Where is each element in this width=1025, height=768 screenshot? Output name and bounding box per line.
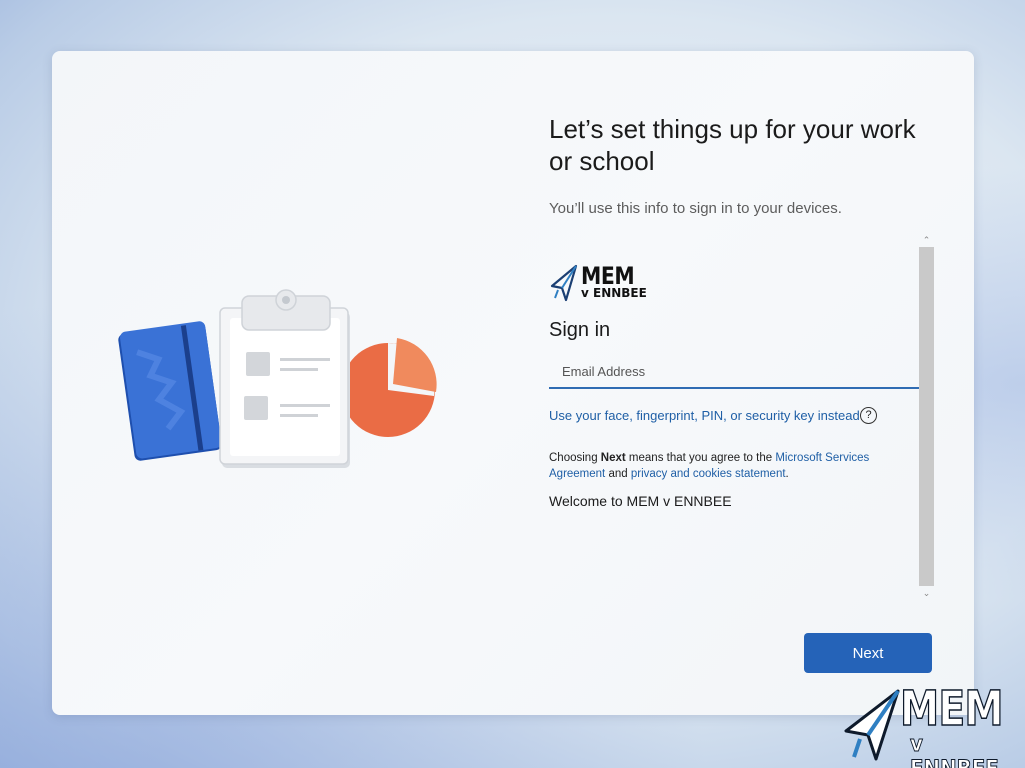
agreement-middle: means that you agree to the — [625, 452, 776, 464]
notebook-icon — [118, 321, 222, 461]
watermark-plane-icon — [844, 689, 900, 761]
scrollbar-thumb[interactable] — [919, 247, 934, 586]
setup-illustration — [118, 289, 437, 468]
logo-sub-text: v ENNBEE — [581, 286, 647, 300]
welcome-message: Welcome to MEM v ENNBEE — [549, 493, 732, 509]
agreement-and: and — [605, 468, 631, 480]
clipboard-icon — [219, 289, 350, 468]
next-button[interactable]: Next — [804, 633, 932, 673]
page-subtitle: You’ll use this info to sign in to your … — [549, 200, 842, 217]
watermark-logo: MEM v ENNBEE — [840, 680, 1025, 768]
scroll-down-icon[interactable]: ⌄ — [919, 586, 934, 600]
agreement-next-bold: Next — [600, 452, 626, 464]
email-field[interactable] — [549, 356, 919, 389]
page-title: Let’s set things up for your work or sch… — [549, 114, 916, 176]
scrollbar[interactable]: ⌃ ⌄ — [918, 233, 935, 600]
agreement-prefix: Choosing — [549, 452, 601, 464]
scroll-up-icon[interactable]: ⌃ — [919, 233, 934, 247]
question-circle-icon[interactable]: ? — [860, 407, 877, 424]
privacy-statement-link[interactable]: privacy and cookies statement — [631, 468, 786, 480]
pie-chart-icon — [341, 338, 437, 437]
agreement-text: Choosing Next means that you agree to th… — [549, 450, 899, 482]
org-logo: MEM v ENNBEE — [549, 262, 649, 302]
signin-heading: Sign in — [549, 319, 611, 341]
watermark-mem-text: MEM — [899, 680, 1004, 738]
setup-header: Let’s set things up for your work or sch… — [549, 113, 929, 177]
agreement-suffix: . — [785, 468, 789, 480]
watermark-sub-text: v ENNBEE — [910, 732, 1000, 768]
paper-plane-icon — [550, 264, 578, 302]
passwordless-signin-link[interactable]: Use your face, fingerprint, PIN, or secu… — [549, 408, 860, 423]
